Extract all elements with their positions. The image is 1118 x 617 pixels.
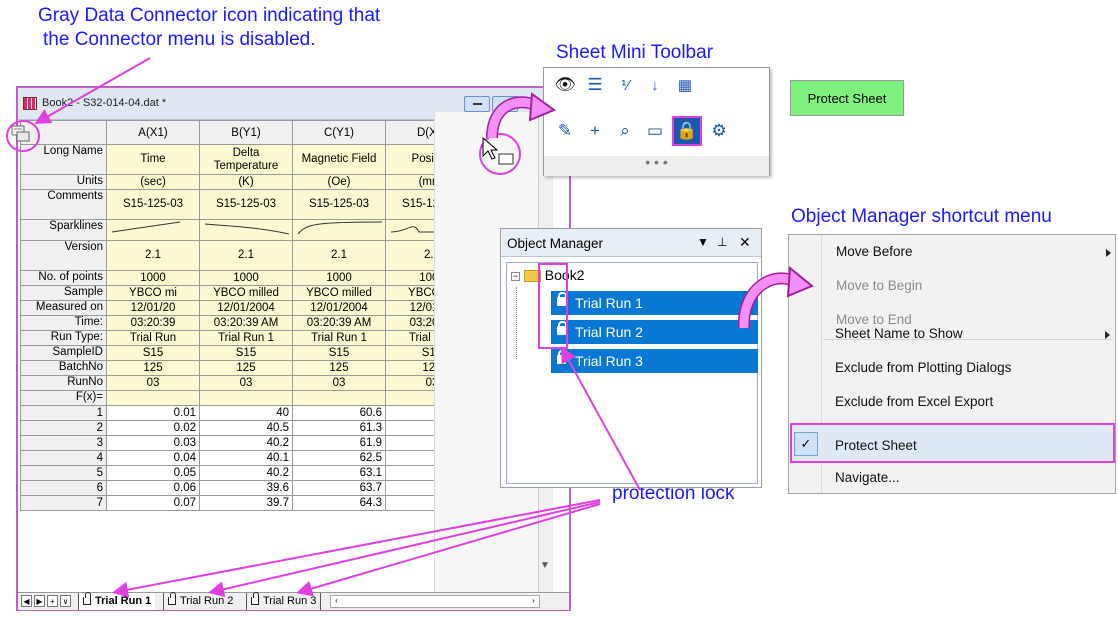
annotation-pointer-lines — [34, 57, 641, 598]
